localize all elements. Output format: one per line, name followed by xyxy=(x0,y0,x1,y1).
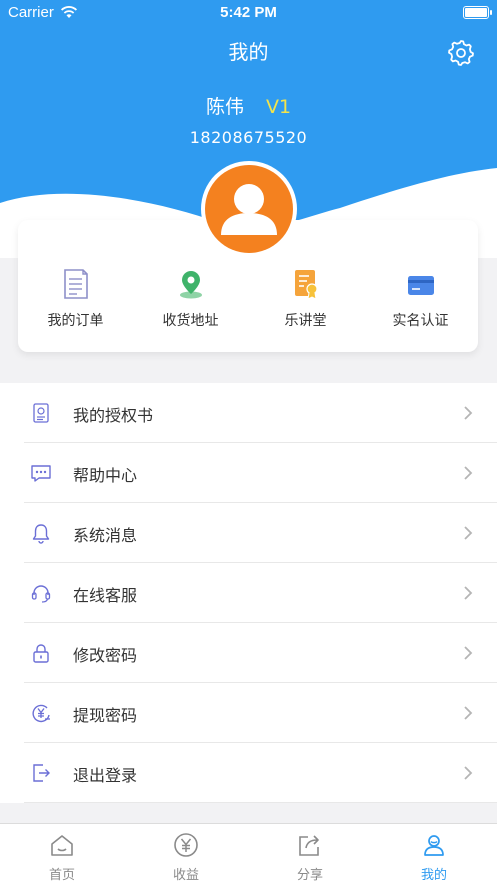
chevron-right-icon xyxy=(464,706,473,720)
quick-action-label: 收货地址 xyxy=(162,313,219,329)
chat-bubble-icon xyxy=(31,465,51,482)
menu-item-logout[interactable]: 退出登录 xyxy=(24,743,497,803)
menu-item-help-center[interactable]: 帮助中心 xyxy=(24,443,497,503)
tab-label: 首页 xyxy=(48,868,75,883)
battery-icon xyxy=(463,6,492,19)
menu-item-online-support[interactable]: 在线客服 xyxy=(24,563,497,623)
page-title: 我的 xyxy=(228,40,269,64)
home-icon xyxy=(51,835,73,856)
location-pin-icon xyxy=(179,271,202,299)
menu-item-system-messages[interactable]: 系统消息 xyxy=(24,503,497,563)
quick-action-label: 我的订单 xyxy=(47,313,104,329)
logout-icon xyxy=(33,764,50,782)
chevron-right-icon xyxy=(464,586,473,600)
menu-item-label: 修改密码 xyxy=(73,646,138,665)
user-name: 陈伟 xyxy=(205,96,244,118)
status-bar: Carrier 5:42 PM xyxy=(0,0,497,26)
yuan-coin-icon xyxy=(32,704,50,723)
menu-item-withdraw-password[interactable]: 提现密码 xyxy=(24,683,497,743)
chevron-right-icon xyxy=(464,646,473,660)
tab-mine[interactable]: 我的 xyxy=(372,832,496,883)
authorization-doc-icon xyxy=(33,403,49,423)
tab-bar: 首页 收益 分享 我的 xyxy=(0,823,497,883)
quick-action-lecture-hall[interactable]: 乐讲堂 xyxy=(248,268,363,330)
menu-item-authorization[interactable]: 我的授权书 xyxy=(24,383,497,443)
headset-icon xyxy=(31,585,51,603)
tab-earnings[interactable]: 收益 xyxy=(124,832,248,883)
menu-item-label: 系统消息 xyxy=(73,526,138,545)
user-name-row: 陈伟 V1 xyxy=(0,92,497,119)
tab-label: 我的 xyxy=(420,868,447,883)
tab-label: 收益 xyxy=(172,868,199,883)
id-card-icon xyxy=(407,276,434,295)
chevron-right-icon xyxy=(464,406,473,420)
chevron-right-icon xyxy=(464,466,473,480)
tab-home[interactable]: 首页 xyxy=(0,832,124,883)
tab-label: 分享 xyxy=(296,868,323,883)
settings-menu: 我的授权书 帮助中心 系统消息 在线客服 修改密码 提现密码 退出登录 xyxy=(0,383,497,803)
menu-item-label: 帮助中心 xyxy=(73,466,138,485)
user-icon xyxy=(424,835,444,856)
user-level-badge: V1 xyxy=(265,96,292,118)
menu-item-label: 我的授权书 xyxy=(73,406,154,425)
status-time: 5:42 PM xyxy=(220,4,277,21)
bell-icon xyxy=(32,524,50,544)
quick-action-label: 乐讲堂 xyxy=(284,313,327,329)
top-bar: Carrier 5:42 PM 我的 xyxy=(0,0,497,78)
quick-action-label: 实名认证 xyxy=(392,313,449,329)
quick-action-address[interactable]: 收货地址 xyxy=(133,268,248,330)
user-phone: 18208675520 xyxy=(189,128,308,147)
menu-item-change-password[interactable]: 修改密码 xyxy=(24,623,497,683)
order-doc-icon xyxy=(63,269,88,299)
avatar-circle xyxy=(205,165,293,253)
user-silhouette-icon xyxy=(221,184,277,235)
tab-share[interactable]: 分享 xyxy=(248,832,372,883)
certificate-icon xyxy=(294,270,318,300)
menu-item-label: 退出登录 xyxy=(73,766,138,785)
yuan-circle-icon xyxy=(174,833,198,857)
quick-action-my-orders[interactable]: 我的订单 xyxy=(18,268,133,330)
share-icon xyxy=(299,835,319,856)
chevron-right-icon xyxy=(464,526,473,540)
settings-gear-icon[interactable] xyxy=(447,38,475,66)
quick-action-real-name-auth[interactable]: 实名认证 xyxy=(363,268,478,330)
menu-item-label: 在线客服 xyxy=(73,586,138,605)
avatar[interactable] xyxy=(201,161,297,257)
chevron-right-icon xyxy=(464,766,473,780)
menu-item-label: 提现密码 xyxy=(73,706,138,725)
lock-icon xyxy=(33,644,49,663)
